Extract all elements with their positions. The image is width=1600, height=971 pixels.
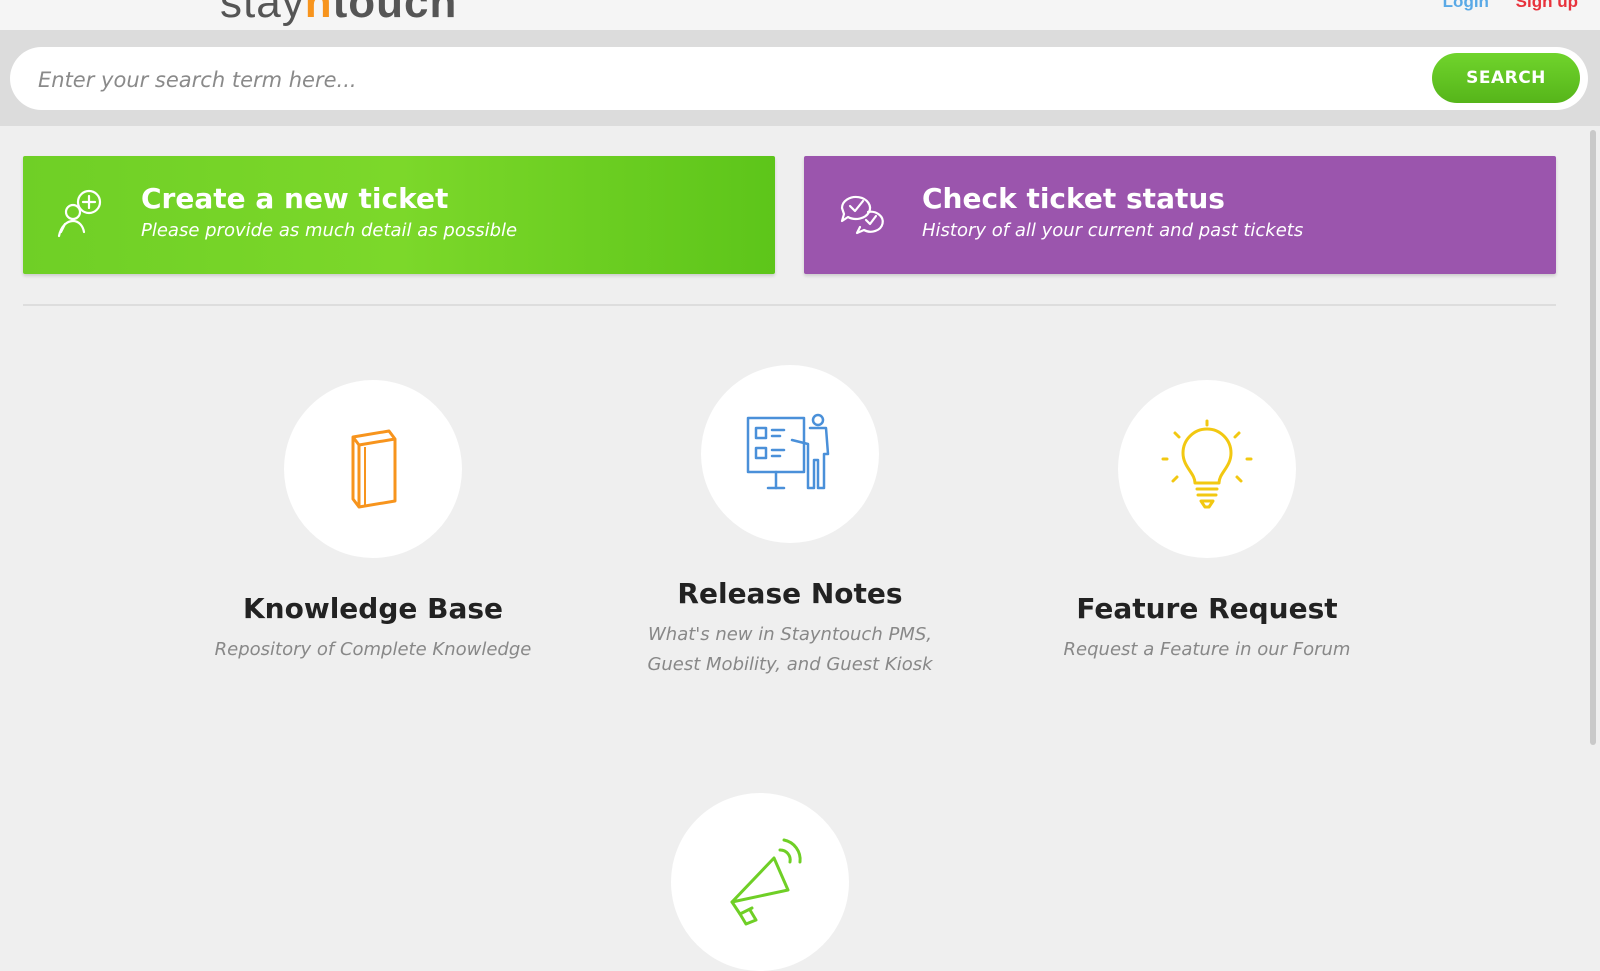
logo-accent: n (304, 0, 333, 27)
chat-check-icon (840, 195, 884, 235)
auth-links: Login Sign up (1421, 0, 1578, 12)
release-notes-circle (701, 365, 879, 543)
person-plus-chat-icon (57, 189, 102, 238)
check-ticket-status-button[interactable]: Check ticket status History of all your … (804, 156, 1556, 274)
feature-request-tile[interactable]: Feature Request Request a Feature in our… (1017, 380, 1397, 665)
release-notes-title: Release Notes (677, 577, 903, 610)
site-logo[interactable]: stayntouch (220, 0, 457, 28)
search-box: SEARCH (10, 47, 1588, 112)
feature-request-title: Feature Request (1076, 592, 1338, 625)
megaphone-icon (730, 838, 802, 926)
logo-brand: stay (220, 0, 305, 27)
feature-request-circle (1118, 380, 1296, 558)
knowledge-base-tile[interactable]: Knowledge Base Repository of Complete Kn… (183, 380, 563, 665)
search-input[interactable] (36, 47, 1390, 112)
search-button[interactable]: SEARCH (1432, 53, 1580, 103)
create-ticket-subtitle: Please provide as much detail as possibl… (141, 220, 518, 241)
top-header: stayntouch Login Sign up (0, 0, 1600, 30)
book-icon (351, 429, 397, 509)
announcements-circle (671, 793, 849, 971)
lightbulb-icon (1161, 419, 1253, 509)
feature-request-subtitle: Request a Feature in our Forum (1063, 639, 1351, 660)
logo-suffix: touch (332, 0, 458, 27)
release-notes-subtitle-line2: Guest Mobility, and Guest Kiosk (647, 654, 933, 675)
release-notes-subtitle-line1: What's new in Stayntouch PMS, (647, 624, 932, 645)
page-scrollbar[interactable] (1590, 130, 1596, 745)
check-status-subtitle: History of all your current and past tic… (922, 220, 1304, 241)
presentation-board-icon (746, 413, 830, 490)
announcements-tile[interactable] (570, 793, 950, 971)
release-notes-subtitle: What's new in Stayntouch PMS, Guest Mobi… (600, 620, 980, 680)
create-ticket-button[interactable]: Create a new ticket Please provide as mu… (23, 156, 775, 274)
login-link[interactable]: Login (1443, 0, 1489, 11)
release-notes-tile[interactable]: Release Notes What's new in Stayntouch P… (600, 365, 980, 680)
knowledge-base-subtitle: Repository of Complete Knowledge (214, 639, 532, 660)
signup-link[interactable]: Sign up (1516, 0, 1578, 11)
check-status-title: Check ticket status (922, 182, 1225, 215)
create-ticket-title: Create a new ticket (141, 182, 449, 215)
search-band: SEARCH (0, 30, 1600, 126)
knowledge-base-title: Knowledge Base (242, 592, 504, 625)
section-divider (23, 304, 1556, 306)
knowledge-base-circle (284, 380, 462, 558)
